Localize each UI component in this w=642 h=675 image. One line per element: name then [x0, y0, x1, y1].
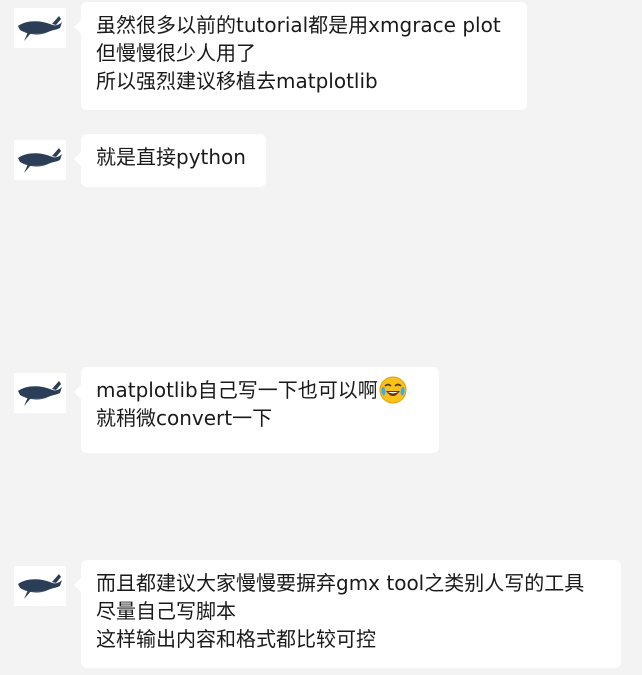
message-line: matplotlib自己写一下也可以啊	[96, 376, 425, 404]
message-line: 虽然很多以前的tutorial都是用xmgrace plot	[96, 13, 501, 37]
message-line: 所以强烈建议移植去matplotlib	[96, 69, 378, 93]
user-avatar[interactable]	[14, 8, 66, 48]
user-avatar[interactable]	[14, 140, 66, 180]
message-bubble[interactable]: 就是直接python	[74, 134, 266, 187]
user-avatar[interactable]	[14, 566, 66, 606]
whale-avatar-icon	[18, 148, 62, 173]
chat-history: 虽然很多以前的tutorial都是用xmgrace plot 但慢慢很少人用了 …	[0, 0, 642, 675]
message-bubble[interactable]: 而且都建议大家慢慢要摒弃gmx tool之类别人写的工具 尽量自己写脚本 这样输…	[74, 560, 621, 668]
message-line: 就是直接python	[96, 145, 246, 169]
message-line: 但慢慢很少人用了	[96, 41, 256, 65]
user-avatar[interactable]	[14, 373, 66, 413]
message-line: 就稍微convert一下	[96, 406, 273, 430]
laughing-crying-emoji-icon	[379, 376, 407, 404]
whale-avatar-icon	[18, 574, 62, 599]
message-bubble[interactable]: 虽然很多以前的tutorial都是用xmgrace plot 但慢慢很少人用了 …	[74, 2, 527, 110]
message-line: 而且都建议大家慢慢要摒弃gmx tool之类别人写的工具	[96, 571, 585, 595]
whale-avatar-icon	[18, 381, 62, 406]
whale-avatar-icon	[18, 16, 62, 41]
message-bubble[interactable]: matplotlib自己写一下也可以啊 就稍微convert一下	[74, 367, 439, 453]
message-line: 这样输出内容和格式都比较可控	[96, 627, 376, 651]
message-text: matplotlib自己写一下也可以啊	[96, 378, 378, 402]
message-line: 尽量自己写脚本	[96, 599, 236, 623]
